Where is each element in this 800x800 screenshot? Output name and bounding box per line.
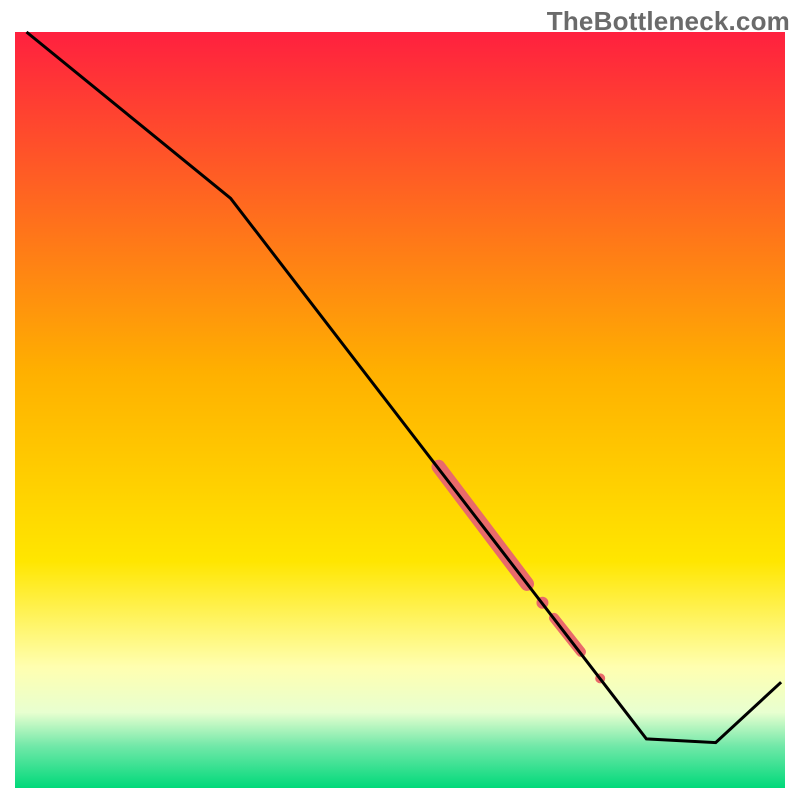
chart-svg [0,0,800,800]
watermark-text: TheBottleneck.com [547,6,790,37]
bottleneck-chart: TheBottleneck.com [0,0,800,800]
plot-background [15,32,785,788]
